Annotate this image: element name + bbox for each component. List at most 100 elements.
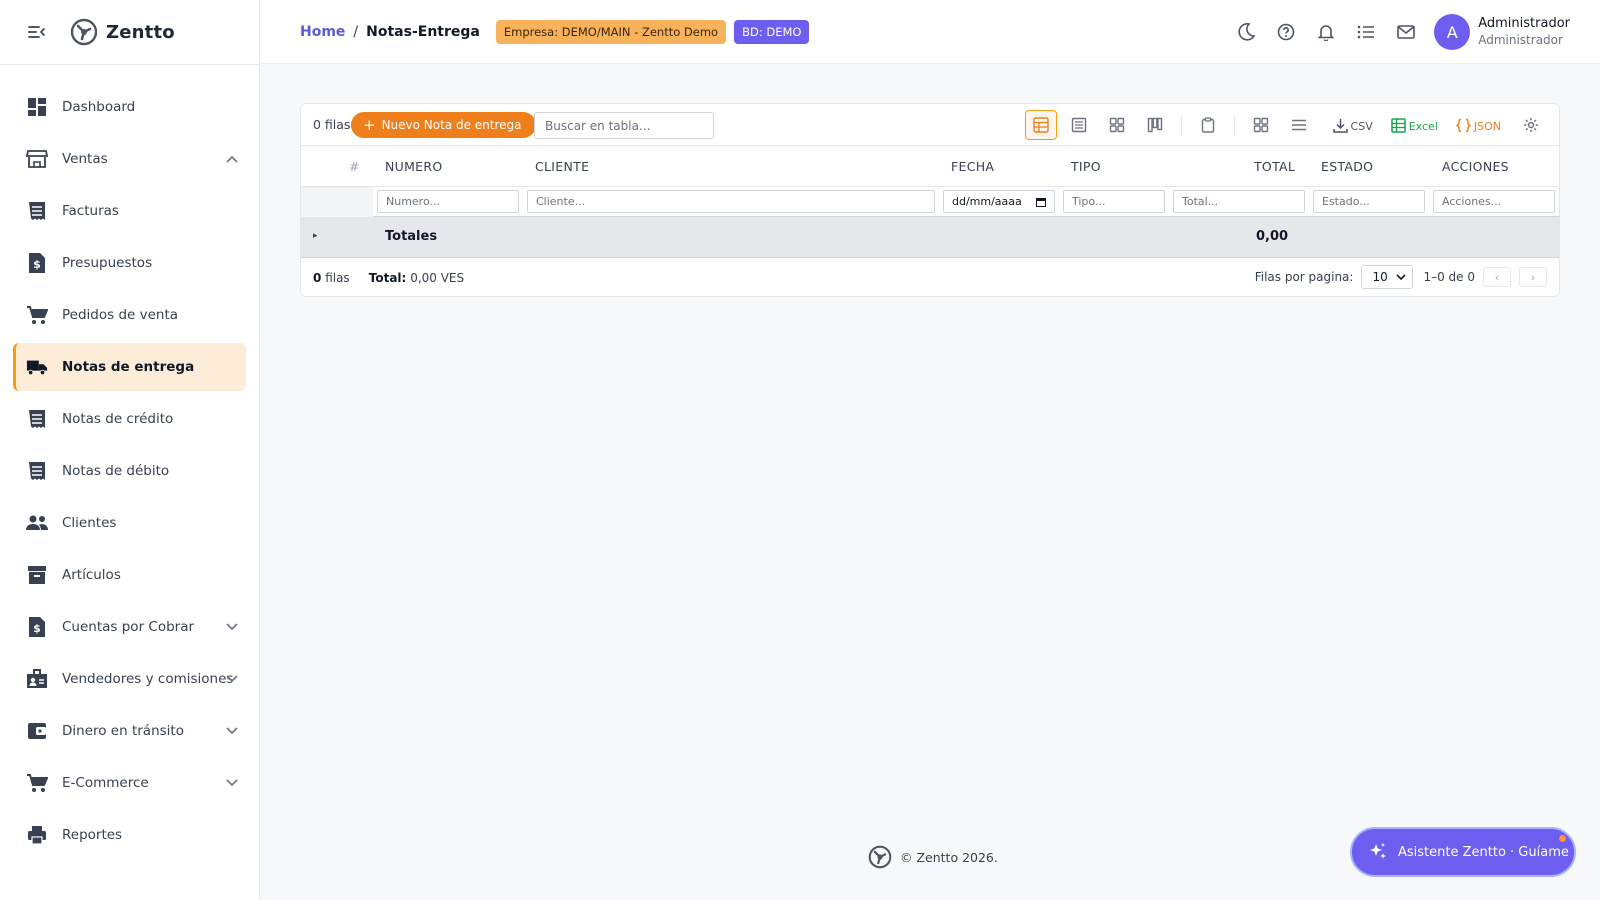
zentto-logo-icon: [70, 18, 98, 46]
header-actions: A Administrador Administrador: [1218, 0, 1600, 64]
footer-total-label: Total:: [368, 271, 407, 285]
sidebar-item-articulos[interactable]: Artículos: [13, 551, 246, 599]
rows-per-page-label: Filas por pagina:: [1254, 270, 1354, 284]
new-delivery-note-button[interactable]: + Nuevo Nota de entrega: [351, 112, 536, 138]
table-search-input[interactable]: [534, 112, 714, 139]
zentto-logo-icon: [868, 845, 892, 869]
calendar-icon: [1036, 197, 1046, 207]
sidebar-item-facturas[interactable]: Facturas: [13, 187, 246, 235]
sidebar-item-vendedores[interactable]: Vendedores y comisiones: [13, 655, 246, 703]
user-name: Administrador: [1478, 16, 1570, 31]
sidebar-item-notas-entrega[interactable]: Notas de entrega: [13, 343, 246, 391]
cart-icon: [26, 772, 48, 794]
column-header-estado[interactable]: ESTADO: [1321, 159, 1373, 174]
quote-document-icon: $: [26, 252, 48, 274]
sidebar-nav: Dashboard Ventas Facturas $ Presupuestos…: [0, 65, 259, 859]
sidebar-item-clientes[interactable]: Clientes: [13, 499, 246, 547]
filter-estado-input[interactable]: [1313, 190, 1425, 213]
column-header-total[interactable]: TOTAL: [1254, 159, 1295, 174]
sidebar-item-ecommerce[interactable]: E-Commerce: [13, 759, 246, 807]
totals-value: 0,00: [1256, 229, 1289, 244]
sidebar-item-label: Clientes: [62, 515, 117, 531]
column-header-cliente[interactable]: CLIENTE: [535, 159, 589, 174]
expand-totals-icon[interactable]: ▸: [313, 231, 318, 241]
sidebar-item-label: Facturas: [62, 203, 119, 219]
totals-row: ▸ Totales 0,00: [301, 217, 1559, 258]
svg-text:$: $: [33, 622, 41, 635]
sidebar-item-label: Reportes: [62, 827, 123, 843]
filter-cliente-input[interactable]: [527, 190, 935, 213]
filter-acciones-input[interactable]: [1433, 190, 1555, 213]
list-view-icon[interactable]: [1063, 110, 1095, 140]
breadcrumb-home-link[interactable]: Home: [300, 24, 345, 40]
column-header-numero[interactable]: NUMERO: [385, 159, 443, 174]
sidebar-header: Zentto: [0, 0, 259, 65]
filter-fecha-date-input[interactable]: dd/mm/aaaa: [943, 190, 1055, 213]
sidebar-item-dinero-transito[interactable]: Dinero en tránsito: [13, 707, 246, 755]
breadcrumb-separator: /: [353, 23, 359, 40]
new-button-label: Nuevo Nota de entrega: [381, 118, 522, 132]
assistant-button[interactable]: Asistente Zentto · Guíame: [1350, 827, 1576, 877]
sidebar-item-label: Notas de entrega: [62, 359, 195, 375]
filter-row: dd/mm/aaaa: [301, 187, 1559, 217]
table-view-icon[interactable]: [1024, 110, 1057, 140]
help-icon[interactable]: [1274, 20, 1298, 44]
breadcrumb: Home / Notas-Entrega: [300, 24, 480, 40]
clipboard-icon[interactable]: [1192, 110, 1224, 140]
sidebar-item-presupuestos[interactable]: $ Presupuestos: [13, 239, 246, 287]
totals-label: Totales: [385, 229, 438, 244]
density-icon[interactable]: [1283, 110, 1315, 140]
rows-per-page-select[interactable]: 10: [1361, 265, 1414, 289]
sidebar-item-label: Notas de débito: [62, 463, 170, 479]
sidebar-item-notas-debito[interactable]: Notas de débito: [13, 447, 246, 495]
column-header-fecha[interactable]: FECHA: [951, 159, 994, 174]
task-list-icon[interactable]: [1354, 20, 1378, 44]
export-excel-button[interactable]: Excel: [1390, 117, 1438, 133]
sidebar-item-notas-credito[interactable]: Notas de crédito: [13, 395, 246, 443]
user-menu[interactable]: Administrador Administrador: [1478, 15, 1570, 49]
filter-tipo-input[interactable]: [1063, 190, 1165, 213]
grid-footer: 0 filas Total: 0,00 VES Filas por pagina…: [301, 258, 1559, 298]
spreadsheet-icon: [1390, 117, 1406, 133]
grid-toolbar: 0 filas + Nuevo Nota de entrega CSV Exce…: [301, 104, 1559, 146]
footer-total-value: 0,00 VES: [410, 271, 465, 285]
next-page-button[interactable]: ›: [1519, 267, 1547, 287]
store-icon: [26, 148, 48, 170]
column-header-acciones[interactable]: ACCIONES: [1442, 159, 1509, 174]
avatar[interactable]: A: [1434, 14, 1471, 50]
collapse-menu-icon[interactable]: [26, 21, 48, 43]
settings-gear-icon[interactable]: [1515, 110, 1547, 140]
sidebar-item-reportes[interactable]: Reportes: [13, 811, 246, 859]
sidebar-item-cuentas-cobrar[interactable]: $ Cuentas por Cobrar: [13, 603, 246, 651]
filter-numero-input[interactable]: [377, 190, 519, 213]
database-badge: BD: DEMO: [734, 19, 810, 44]
previous-page-button[interactable]: ‹: [1483, 267, 1511, 287]
dark-mode-icon[interactable]: [1234, 20, 1258, 44]
user-role: Administrador: [1478, 33, 1563, 47]
column-chooser-icon[interactable]: [1245, 110, 1277, 140]
filter-total-input[interactable]: [1173, 190, 1305, 213]
sidebar-item-ventas[interactable]: Ventas: [13, 135, 246, 183]
sidebar-item-dashboard[interactable]: Dashboard: [13, 83, 246, 131]
top-bar: Home / Notas-Entrega Empresa: DEMO/MAIN …: [260, 0, 1600, 64]
receipt-icon: [26, 408, 48, 430]
plus-icon: +: [363, 115, 376, 134]
chevron-down-icon: [222, 617, 242, 637]
sidebar-item-pedidos[interactable]: Pedidos de venta: [13, 291, 246, 339]
card-grid-view-icon[interactable]: [1101, 110, 1133, 140]
export-csv-button[interactable]: CSV: [1332, 118, 1373, 133]
receipt-icon: [26, 460, 48, 482]
notifications-bell-icon[interactable]: [1314, 20, 1338, 44]
export-json-button[interactable]: JSON: [1455, 118, 1501, 133]
footer-summary: 0 filas Total: 0,00 VES: [313, 271, 464, 285]
footer-row-count: 0: [313, 271, 322, 285]
delivery-notes-grid: 0 filas + Nuevo Nota de entrega CSV Exce…: [300, 103, 1560, 297]
copyright: © Zentto 2026.: [868, 845, 998, 869]
sidebar-item-label: E-Commerce: [62, 775, 149, 791]
mail-icon[interactable]: [1394, 20, 1418, 44]
toolbar-divider: [1233, 115, 1235, 135]
cart-icon: [26, 304, 48, 326]
kanban-view-icon[interactable]: [1139, 110, 1171, 140]
brand[interactable]: Zentto: [70, 18, 175, 46]
column-header-tipo[interactable]: TIPO: [1071, 159, 1101, 174]
